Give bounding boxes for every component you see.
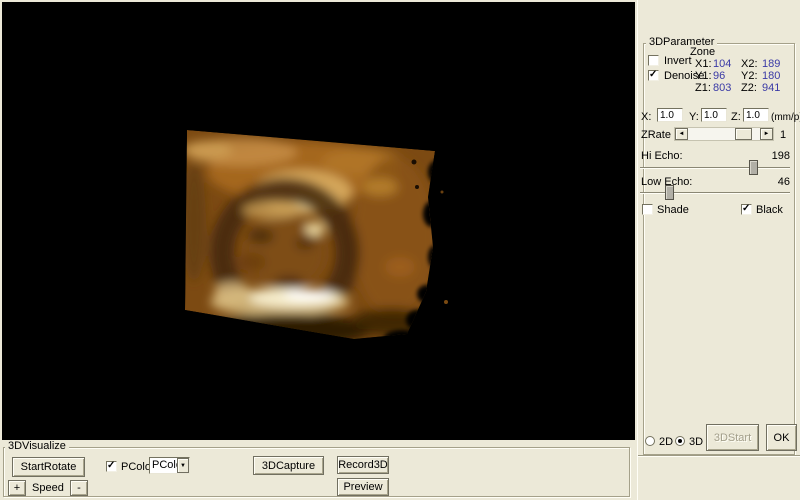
start-rotate-button[interactable]: StartRotate xyxy=(12,457,85,477)
mode-2d-radio[interactable] xyxy=(645,436,655,446)
pcolor-dropdown-value: PColor xyxy=(152,459,177,471)
zone-x1-value: 104 xyxy=(713,58,732,70)
zrate-right-arrow-icon[interactable]: ► xyxy=(760,128,773,140)
hi-echo-thumb[interactable] xyxy=(749,160,758,175)
invert-checkbox[interactable] xyxy=(648,55,659,66)
low-echo-thumb[interactable] xyxy=(665,185,674,200)
start3d-button: 3DStart xyxy=(706,424,759,451)
zrate-left-arrow-icon[interactable]: ◄ xyxy=(675,128,688,140)
capture-button[interactable]: 3DCapture xyxy=(253,456,324,475)
visualize-panel: 3DVisualize StartRotate + Speed - PColor… xyxy=(0,440,637,500)
speed-plus-button[interactable]: + xyxy=(8,480,26,496)
black-label: Black xyxy=(756,204,783,216)
zone-z2-value: 941 xyxy=(762,82,781,94)
parameter-groupbox xyxy=(643,43,795,455)
visualize-group-title: 3DVisualize xyxy=(5,441,69,452)
ok-button[interactable]: OK xyxy=(766,424,797,451)
zone-y1-value: 96 xyxy=(713,70,726,82)
render-viewport[interactable] xyxy=(2,2,635,440)
app-window: { "viewport": { "description": "3D ultra… xyxy=(0,0,800,500)
black-checkbox[interactable] xyxy=(741,203,752,215)
zone-label: Zone xyxy=(690,46,716,58)
ultrasound-render xyxy=(2,2,635,440)
scale-z-input[interactable] xyxy=(743,108,769,122)
record-button[interactable]: Record3D xyxy=(337,456,389,474)
scale-unit-label: (mm/p) xyxy=(771,112,800,123)
mode-3d-radio[interactable] xyxy=(675,436,685,446)
pcolor-checkbox[interactable] xyxy=(106,460,117,472)
shade-label: Shade xyxy=(657,204,689,216)
zone-y2-label: Y2: xyxy=(741,70,758,82)
mode-2d-label: 2D xyxy=(659,436,674,448)
chevron-down-icon[interactable]: ▼ xyxy=(177,458,189,473)
scale-y-label: Y: xyxy=(689,111,699,123)
panel-separator xyxy=(638,455,800,457)
low-echo-slider[interactable] xyxy=(640,185,790,201)
zrate-value: 1 xyxy=(780,129,787,141)
zone-z2-label: Z2: xyxy=(741,82,757,94)
zrate-track[interactable] xyxy=(688,128,760,140)
mode-3d-label: 3D xyxy=(689,436,704,448)
zone-x2-value: 189 xyxy=(762,58,781,70)
shade-checkbox[interactable] xyxy=(642,204,653,215)
hi-echo-slider[interactable] xyxy=(640,160,790,176)
zrate-label: ZRate xyxy=(641,129,671,141)
scale-z-label: Z: xyxy=(731,111,741,123)
scale-y-input[interactable] xyxy=(701,108,727,122)
scale-x-input[interactable] xyxy=(657,108,683,122)
pcolor-dropdown[interactable]: PColor ▼ xyxy=(149,457,190,474)
scale-x-label: X: xyxy=(641,111,652,123)
speed-minus-button[interactable]: - xyxy=(70,480,88,496)
low-echo-track[interactable] xyxy=(640,192,790,194)
invert-label: Invert xyxy=(664,55,692,67)
zone-y1-label: Y1: xyxy=(695,70,712,82)
zrate-thumb[interactable] xyxy=(735,128,752,140)
zone-z1-value: 803 xyxy=(713,82,732,94)
zrate-scrollbar[interactable]: ◄ ► xyxy=(674,127,774,141)
preview-button[interactable]: Preview xyxy=(337,478,389,496)
zone-z1-label: Z1: xyxy=(695,82,711,94)
hi-echo-track[interactable] xyxy=(640,167,790,169)
zone-x1-label: X1: xyxy=(695,58,712,70)
zone-x2-label: X2: xyxy=(741,58,758,70)
parameter-panel: 3DParameter Invert Denoise Zone X1: 104 … xyxy=(637,0,800,500)
denoise-checkbox[interactable] xyxy=(648,69,659,81)
zone-y2-value: 180 xyxy=(762,70,781,82)
speed-label: Speed xyxy=(32,482,64,494)
